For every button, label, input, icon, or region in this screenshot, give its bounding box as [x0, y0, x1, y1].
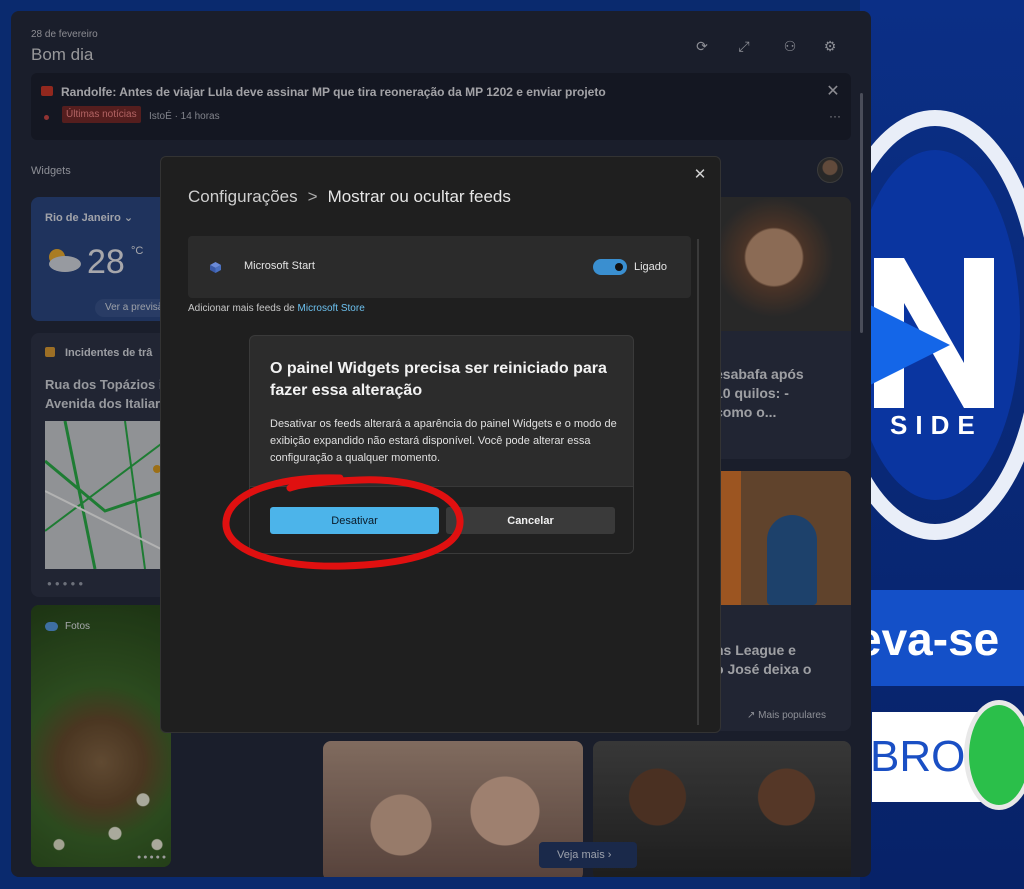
breadcrumb-root[interactable]: Configurações — [188, 187, 298, 206]
feed-row: Microsoft Start Ligado — [188, 236, 691, 298]
brand-banner-text: eva-se — [860, 613, 1000, 665]
settings-scrollbar[interactable] — [697, 239, 699, 725]
feed-toggle[interactable] — [593, 259, 627, 275]
breadcrumb: Configurações > Mostrar ou ocultar feeds — [188, 187, 511, 207]
breadcrumb-current: Mostrar ou ocultar feeds — [327, 187, 511, 206]
breadcrumb-separator: > — [307, 187, 318, 206]
confirm-body: Desativar os feeds alterará a aparência … — [270, 418, 617, 464]
annotation-circle — [222, 474, 464, 570]
add-feeds-text: Adicionar mais feeds de Microsoft Store — [188, 303, 365, 314]
brand-membro-text: BRO — [870, 732, 966, 781]
brand-word: SIDE — [890, 410, 983, 440]
background-brand: SIDE eva-se BRO — [860, 0, 1024, 889]
feed-toggle-label: Ligado — [634, 261, 668, 273]
feed-name: Microsoft Start — [244, 260, 315, 272]
close-icon[interactable]: ✕ — [690, 165, 710, 185]
microsoft-store-link[interactable]: Microsoft Store — [298, 303, 365, 314]
confirm-title: O painel Widgets precisa ser reiniciado … — [270, 360, 607, 399]
cancel-button[interactable]: Cancelar — [446, 507, 615, 534]
microsoft-start-icon — [210, 262, 221, 273]
